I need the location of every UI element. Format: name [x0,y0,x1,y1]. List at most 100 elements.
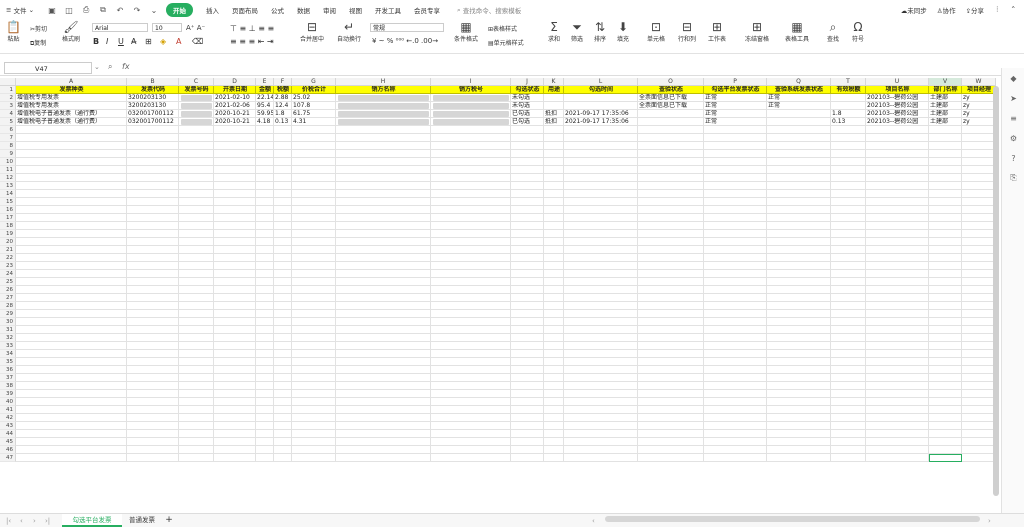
col-project-name[interactable] [866,262,929,270]
col-seller-tax-id[interactable] [431,222,511,230]
col-platform-status[interactable] [704,326,767,334]
col-seller-name[interactable] [336,174,431,182]
header-col-usage[interactable]: 用途 [544,86,564,94]
col-invoice-number[interactable] [179,158,214,166]
col-invoice-code[interactable] [127,342,179,350]
col-system-status[interactable] [767,398,831,406]
row-header[interactable]: 24 [0,270,16,278]
col-check-status[interactable] [511,294,544,302]
col-department[interactable] [929,222,962,230]
col-check-status[interactable]: 未勾选 [511,94,544,102]
col-platform-status[interactable] [704,158,767,166]
col-invoice-number[interactable] [179,438,214,446]
col-tax[interactable] [274,214,292,222]
col-tax[interactable]: 1.8 [274,110,292,118]
col-platform-status[interactable]: 正常 [704,118,767,126]
col-platform-status[interactable] [704,358,767,366]
col-project-manager[interactable] [962,374,996,382]
col-seller-name[interactable] [336,366,431,374]
col-department[interactable] [929,398,962,406]
tab-review[interactable]: 审阅 [323,5,336,15]
col-total[interactable]: 61.75 [292,110,336,118]
col-total[interactable] [292,358,336,366]
col-usage[interactable] [544,190,564,198]
col-department[interactable] [929,126,962,134]
italic-icon[interactable]: I [106,37,108,46]
col-system-status[interactable] [767,294,831,302]
col-system-status[interactable] [767,110,831,118]
tab-home[interactable]: 开始 [166,3,194,17]
col-seller-name[interactable] [336,126,431,134]
col-total[interactable] [292,318,336,326]
col-total[interactable] [292,254,336,262]
col-department[interactable] [929,214,962,222]
col-verify-status[interactable] [638,390,704,398]
col-project-name[interactable] [866,190,929,198]
col-usage[interactable] [544,238,564,246]
col-platform-status[interactable] [704,270,767,278]
row-header[interactable]: 36 [0,366,16,374]
col-invoice-code[interactable] [127,358,179,366]
col-invoice-number[interactable] [179,254,214,262]
col-invoice-type[interactable] [16,414,127,422]
col-project-manager[interactable] [962,342,996,350]
col-invoice-type[interactable] [16,278,127,286]
col-verify-status[interactable] [638,406,704,414]
col-system-status[interactable] [767,190,831,198]
col-project-manager[interactable] [962,158,996,166]
col-invoice-code[interactable] [127,262,179,270]
col-tax[interactable] [274,278,292,286]
col-invoice-code[interactable] [127,382,179,390]
col-total[interactable] [292,142,336,150]
col-total[interactable] [292,230,336,238]
col-project-name[interactable] [866,246,929,254]
col-check-status[interactable] [511,366,544,374]
col-platform-status[interactable] [704,310,767,318]
sum-button[interactable]: Σ 求和 [548,20,560,43]
col-amount[interactable] [256,334,274,342]
col-invoice-code[interactable] [127,430,179,438]
col-issue-date[interactable] [214,254,256,262]
col-issue-date[interactable] [214,134,256,142]
col-total[interactable] [292,454,336,462]
col-seller-tax-id[interactable] [431,358,511,366]
col-total[interactable]: 4.31 [292,118,336,126]
col-tax[interactable] [274,246,292,254]
col-platform-status[interactable] [704,142,767,150]
col-tax[interactable] [274,166,292,174]
col-seller-tax-id[interactable] [431,190,511,198]
col-department[interactable] [929,326,962,334]
col-total[interactable] [292,246,336,254]
bold-icon[interactable]: B [93,37,99,46]
col-department[interactable] [929,262,962,270]
name-box-dropdown-icon[interactable]: ⌄ [94,63,100,71]
col-project-manager[interactable] [962,358,996,366]
col-valid-tax[interactable] [831,390,866,398]
col-invoice-code[interactable] [127,246,179,254]
col-project-manager[interactable]: zy [962,102,996,110]
col-valid-tax[interactable] [831,214,866,222]
col-project-name[interactable] [866,390,929,398]
col-project-manager[interactable] [962,270,996,278]
col-check-time[interactable] [564,382,638,390]
col-check-status[interactable] [511,134,544,142]
col-check-status[interactable] [511,382,544,390]
col-seller-tax-id[interactable] [431,278,511,286]
col-department[interactable] [929,254,962,262]
col-platform-status[interactable] [704,414,767,422]
col-platform-status[interactable] [704,166,767,174]
col-check-time[interactable] [564,166,638,174]
col-usage[interactable] [544,126,564,134]
col-usage[interactable] [544,318,564,326]
col-check-time[interactable] [564,302,638,310]
col-invoice-code[interactable] [127,414,179,422]
row-header[interactable]: 23 [0,262,16,270]
col-project-name[interactable] [866,142,929,150]
col-invoice-number[interactable] [179,230,214,238]
col-invoice-type[interactable] [16,254,127,262]
col-system-status[interactable] [767,438,831,446]
col-valid-tax[interactable] [831,454,866,462]
col-system-status[interactable] [767,446,831,454]
col-valid-tax[interactable] [831,414,866,422]
col-seller-tax-id[interactable] [431,390,511,398]
